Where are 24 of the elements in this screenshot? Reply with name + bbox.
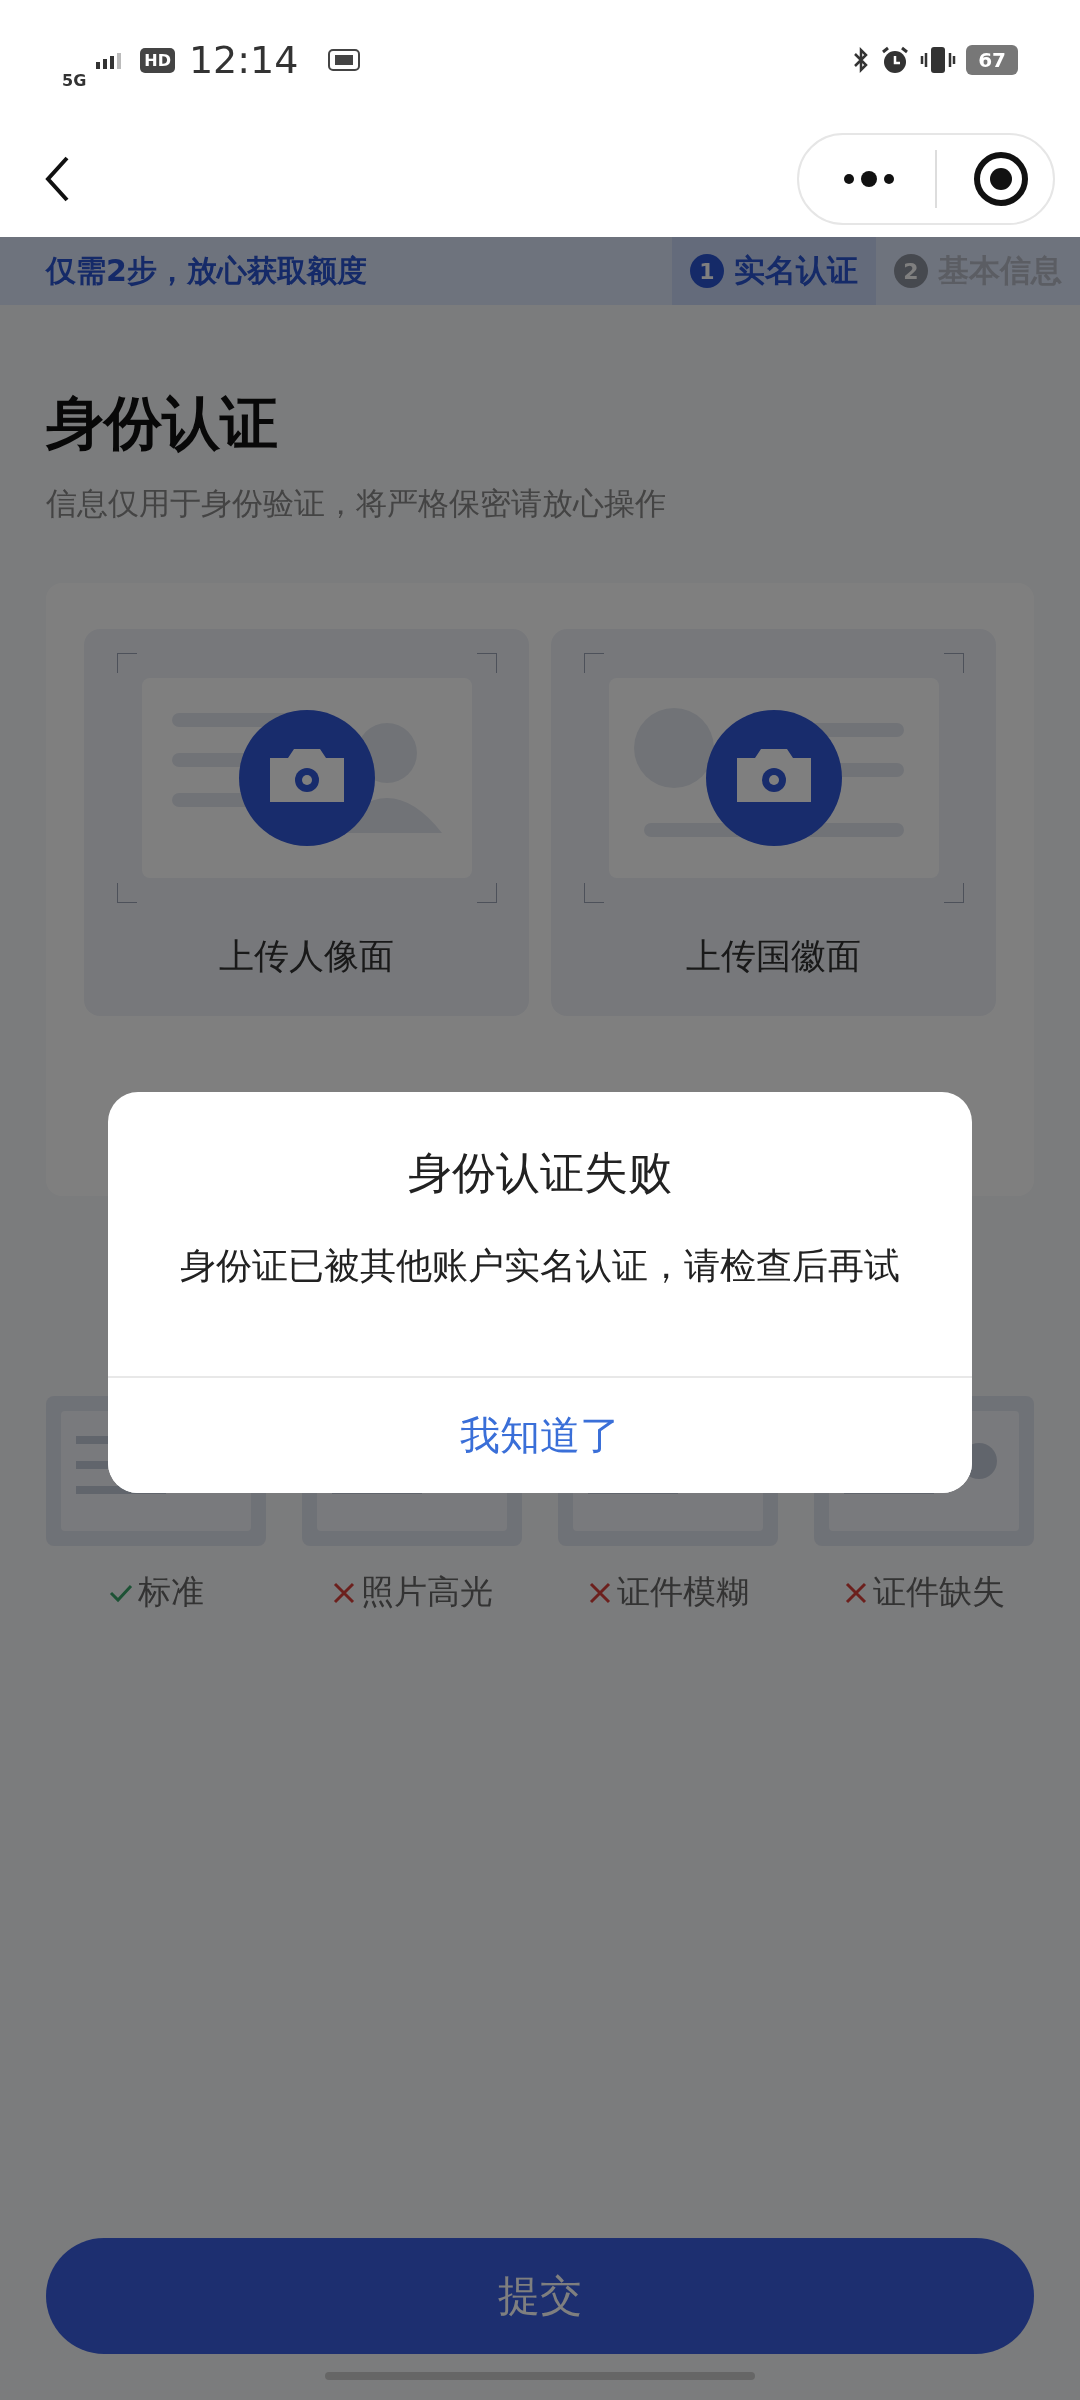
sample-label: 证件缺失 <box>873 1571 1005 1613</box>
dialog-message: 身份证已被其他账户实名认证，请检查后再试 <box>179 1244 901 1288</box>
sample-label: 证件模糊 <box>617 1571 749 1613</box>
back-icon[interactable] <box>45 155 71 202</box>
vibrate-icon <box>920 45 957 75</box>
signal-icon <box>96 51 123 69</box>
upload-label: 上传国徽面 <box>686 935 861 978</box>
close-target-icon[interactable] <box>973 150 1029 207</box>
page-title: 身份认证 <box>46 388 279 459</box>
clock-time: 12:14 <box>188 38 299 82</box>
network-label: 5G <box>62 70 87 90</box>
upload-tile[interactable]: 上传人像面 <box>84 629 529 1016</box>
steps-slogan: 仅需2步，放心获取额度 <box>46 251 367 290</box>
upload-label: 上传人像面 <box>219 935 394 978</box>
submit-button[interactable]: 提交 <box>46 2238 1034 2354</box>
sample-label: 标准 <box>138 1571 204 1613</box>
upload-tile[interactable]: 上传国徽面 <box>551 629 996 1016</box>
app-notification-icon <box>328 49 361 71</box>
page-subtitle: 信息仅用于身份验证，将严格保密请放心操作 <box>46 484 667 523</box>
dialog-title: 身份认证失败 <box>407 1146 673 1200</box>
alarm-icon <box>880 45 911 75</box>
hd-badge: HD <box>140 47 175 73</box>
sample-label: 照片高光 <box>361 1571 493 1613</box>
battery-level: 67 <box>966 45 1018 75</box>
